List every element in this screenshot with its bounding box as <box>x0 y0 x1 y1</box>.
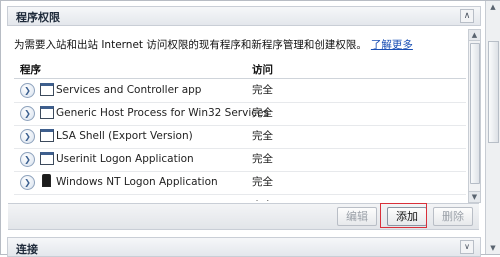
program-permissions-content: 为需要入站和出站 Internet 访问权限的现有程序和新程序管理和创建权限。了… <box>8 26 466 201</box>
expand-arrow-icon[interactable]: ❯ <box>20 83 35 98</box>
table-row[interactable]: ❯ Services and Controller app 完全 <box>14 79 466 103</box>
program-name: Services and Controller app <box>56 84 202 96</box>
edit-button[interactable]: 编辑 <box>337 207 377 226</box>
page-scrollbar[interactable]: ▲ ▼ <box>485 1 500 254</box>
page-scroll-thumb[interactable] <box>488 41 499 143</box>
learn-more-link[interactable]: 了解更多 <box>371 39 413 51</box>
program-access: 完全 <box>252 130 273 142</box>
table-row[interactable]: ❯ Generic Host Process for Win32 Service… <box>14 102 466 126</box>
window-icon <box>40 106 54 119</box>
window-icon <box>40 83 54 96</box>
page-scroll-down-arrow-icon[interactable]: ▼ <box>486 242 500 254</box>
expand-chevron-icon[interactable]: ∨ <box>460 240 474 254</box>
column-header-access[interactable]: 访问 <box>252 62 273 77</box>
table-row[interactable]: 完全 <box>14 186 466 201</box>
window-icon <box>40 129 54 142</box>
column-header-program[interactable]: 程序 <box>20 62 41 77</box>
description: 为需要入站和出站 Internet 访问权限的现有程序和新程序管理和创建权限。了… <box>14 37 413 52</box>
scroll-thumb[interactable] <box>470 43 480 184</box>
scroll-up-arrow-icon[interactable]: ▲ <box>469 30 480 41</box>
program-access: 完全 <box>252 153 273 165</box>
program-access: 完全 <box>252 198 273 201</box>
description-text: 为需要入站和出站 Internet 访问权限的现有程序和新程序管理和创建权限。 <box>14 39 367 51</box>
expand-arrow-icon[interactable]: ❯ <box>20 106 35 121</box>
table-row[interactable]: ❯ LSA Shell (Export Version) 完全 <box>14 125 466 149</box>
add-button-highlight <box>380 203 427 228</box>
program-name: LSA Shell (Export Version) <box>56 130 193 142</box>
expand-arrow-icon[interactable]: ❯ <box>20 129 35 144</box>
program-name: Userinit Logon Application <box>56 153 194 165</box>
page-scroll-up-arrow-icon[interactable]: ▲ <box>486 1 500 13</box>
panel-title: 程序权限 <box>16 11 60 24</box>
window-frame: 程序权限 ∧ 为需要入站和出站 Internet 访问权限的现有程序和新程序管理… <box>0 0 500 257</box>
program-name: Generic Host Process for Win32 Services <box>56 107 269 119</box>
program-access: 完全 <box>252 107 273 119</box>
window-icon <box>40 152 54 165</box>
remove-button[interactable]: 删除 <box>433 207 473 226</box>
program-permissions-header[interactable]: 程序权限 ∧ <box>7 6 481 26</box>
collapse-chevron-icon[interactable]: ∧ <box>460 9 474 23</box>
scroll-down-arrow-icon[interactable]: ▼ <box>469 191 480 202</box>
connections-section-header[interactable]: 连接 ∨ <box>7 237 481 257</box>
expand-arrow-icon[interactable]: ❯ <box>20 152 35 167</box>
table-row[interactable]: ❯ Userinit Logon Application 完全 <box>14 148 466 172</box>
program-access: 完全 <box>252 84 273 96</box>
list-scrollbar[interactable]: ▲ ▼ <box>468 29 481 203</box>
